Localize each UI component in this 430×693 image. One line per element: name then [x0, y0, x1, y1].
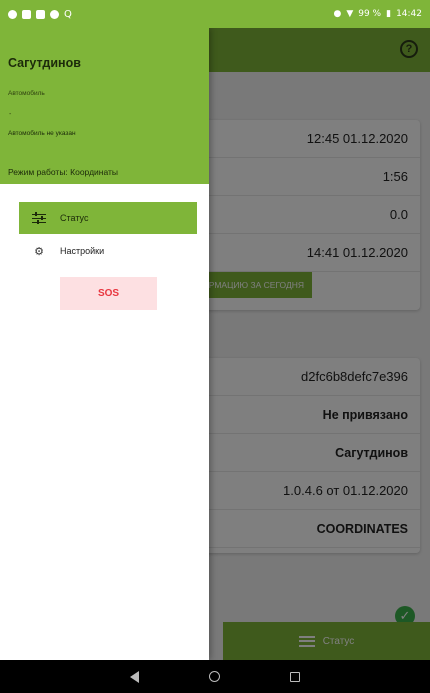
image-icon [36, 9, 45, 19]
system-nav-bar [0, 660, 430, 693]
android-icon [8, 9, 17, 19]
battery-icon: ▮ [386, 9, 392, 19]
navigation-drawer: Сагутдинов Автомобиль - Автомобиль не ук… [0, 28, 209, 660]
status-bar-notifications: Q [8, 9, 72, 20]
menu-item-label: Настройки [60, 246, 105, 256]
menu-item-status[interactable]: Статус [19, 202, 197, 234]
notification-icon [22, 9, 31, 19]
tune-icon [32, 212, 46, 224]
location-icon: ● [333, 9, 342, 19]
back-icon[interactable] [130, 670, 139, 683]
sync-icon [50, 9, 59, 19]
sos-button[interactable]: SOS [60, 277, 157, 310]
user-name: Сагутдинов [8, 56, 81, 70]
search-icon: Q [64, 8, 72, 20]
vehicle-number: - [9, 111, 12, 118]
recent-apps-icon[interactable] [290, 671, 300, 682]
home-icon[interactable] [209, 671, 220, 682]
status-bar-system: ● ▼ 99 % ▮ 14:42 [333, 9, 422, 19]
vehicle-value: Автомобиль не указан [8, 130, 76, 137]
wifi-icon: ▼ [346, 9, 354, 19]
battery-level: 99 % [358, 9, 382, 19]
menu-item-label: Статус [60, 213, 89, 223]
work-mode: Режим работы: Координаты [8, 167, 119, 177]
gear-icon: ⚙ [34, 244, 44, 258]
vehicle-label: Автомобиль [8, 90, 45, 97]
drawer-header: Сагутдинов Автомобиль - Автомобиль не ук… [0, 28, 209, 184]
status-bar: Q ● ▼ 99 % ▮ 14:42 [0, 0, 430, 28]
menu-item-settings[interactable]: ⚙ Настройки [19, 235, 197, 267]
clock: 14:42 [396, 9, 422, 19]
